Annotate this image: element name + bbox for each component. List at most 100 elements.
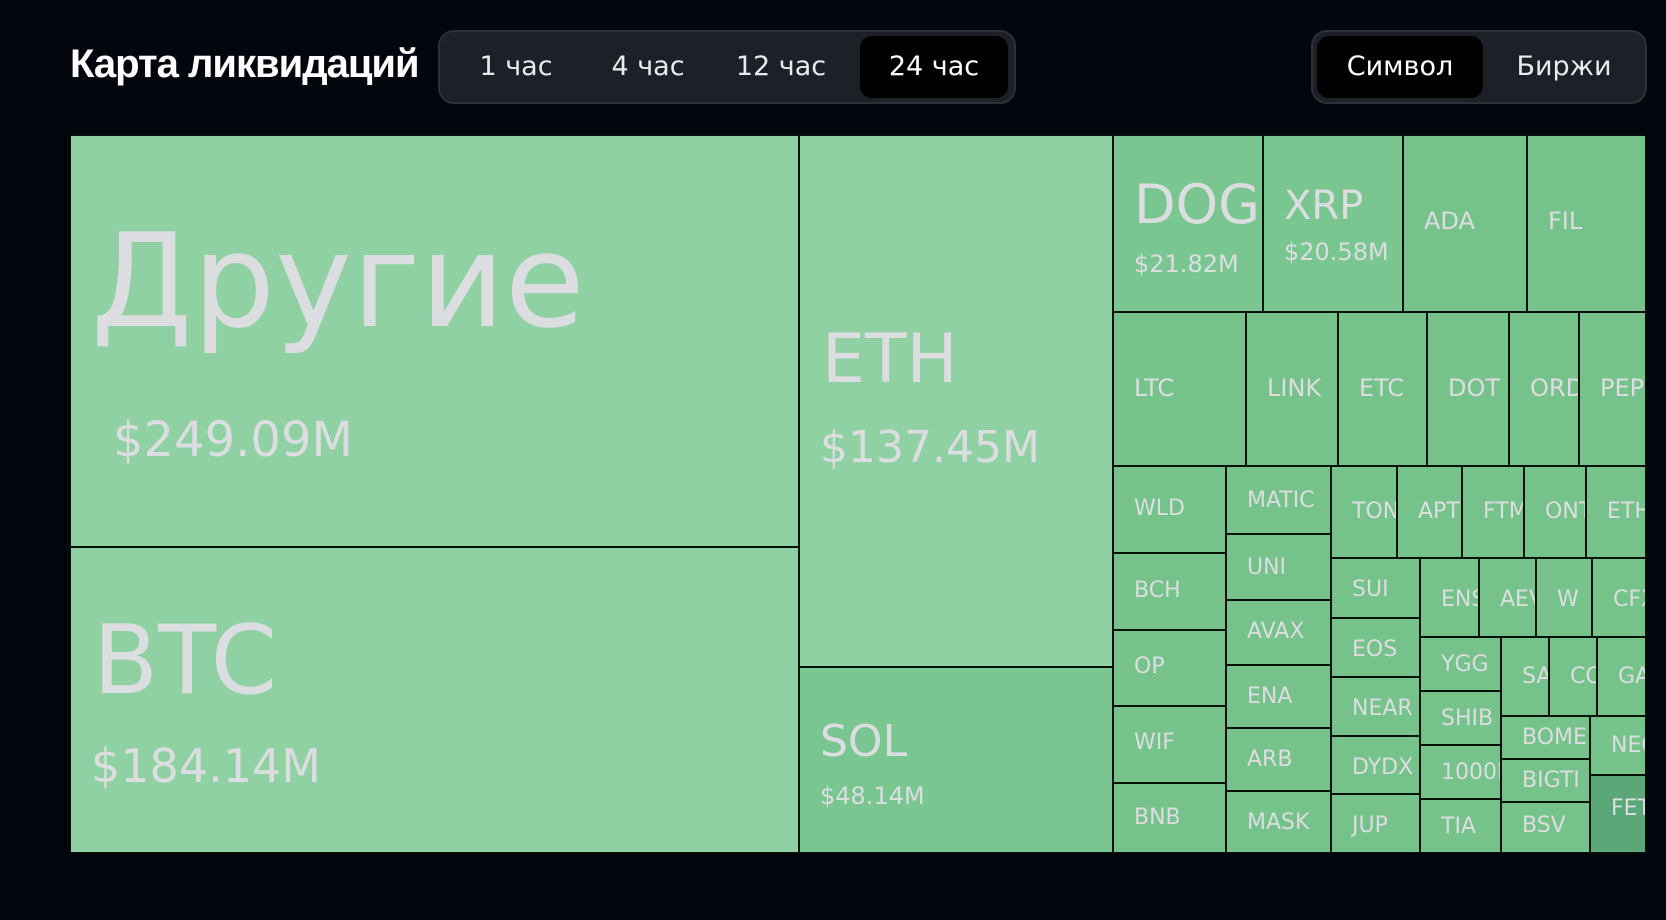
treemap-tile-cc-44[interactable]: CC [1549,637,1597,716]
treemap-tile-eos-31[interactable]: EOS [1331,618,1420,677]
treemap-tile-ftm-27[interactable]: FTM [1462,466,1524,558]
tile-symbol: DYDX [1352,755,1414,780]
tile-symbol: LTC [1134,374,1175,402]
treemap-tile-uni-20[interactable]: UNI [1226,534,1331,600]
tile-symbol: W [1557,587,1579,612]
tile-value: $184.14M [91,739,321,793]
page-title: Карта ликвидаций [70,42,420,86]
treemap-tile-ena-22[interactable]: ENA [1226,665,1331,728]
mode-selector: Символ Биржи [1311,30,1647,104]
treemap-tile-apt-26[interactable]: APT [1397,466,1462,558]
treemap-tile-shib-40[interactable]: SHIB [1420,691,1501,745]
treemap-tile-bigti-48[interactable]: BIGTI [1501,759,1590,802]
treemap-tile-jup-34[interactable]: JUP [1331,794,1420,853]
treemap-tile-fet-50[interactable]: FET [1590,775,1646,853]
treemap-tile-wif-17[interactable]: WIF [1113,706,1226,783]
treemap-tile-ont-28[interactable]: ONT [1524,466,1586,558]
tab-24h[interactable]: 24 час [860,36,1008,98]
tile-symbol: LINK [1267,374,1322,402]
treemap-tile-near-32[interactable]: NEAR [1331,677,1420,736]
tile-symbol: EOS [1352,637,1398,662]
treemap-tile-sol-3[interactable]: SOL $48.14M [799,667,1113,853]
treemap-tile-bch-15[interactable]: BCH [1113,553,1226,630]
treemap-tile-w-37[interactable]: W [1536,558,1592,637]
tile-symbol: ONT [1545,499,1585,524]
tile-symbol: ADA [1424,207,1475,235]
tile-value: $20.58M [1284,238,1389,266]
treemap-tile-matic-19[interactable]: MATIC [1226,466,1331,534]
tab-12h[interactable]: 12 час [712,36,850,98]
treemap-tile-eth-2[interactable]: ETH $137.45M [799,135,1113,667]
tile-symbol: FET [1611,796,1645,821]
treemap-tile-etc-10[interactable]: ETC [1338,312,1427,466]
treemap-tile-mask-24[interactable]: MASK [1226,791,1331,853]
treemap-tile-bnb-18[interactable]: BNB [1113,783,1226,853]
treemap-tile-arb-23[interactable]: ARB [1226,728,1331,791]
tile-symbol: PEP [1600,374,1645,402]
treemap-tile-tia-42[interactable]: TIA [1420,799,1501,853]
treemap-tile-pep-13[interactable]: PEP [1579,312,1646,466]
treemap-tile-другие-0[interactable]: Другие $249.09M [70,135,799,547]
treemap-tile-sui-30[interactable]: SUI [1331,558,1420,618]
treemap-tile-avax-21[interactable]: AVAX [1226,600,1331,665]
tab-exchanges[interactable]: Биржи [1487,36,1641,98]
treemap-tile-doge-4[interactable]: DOGE $21.82M [1113,135,1263,312]
tile-symbol: UNI [1247,555,1287,580]
tile-symbol: CFX [1613,587,1645,612]
tab-4h[interactable]: 4 час [588,36,708,98]
tile-value: $48.14M [820,782,925,810]
treemap-tile-bome-46[interactable]: BOME [1501,716,1590,759]
treemap-tile-ltc-8[interactable]: LTC [1113,312,1246,466]
tile-symbol: DOT [1448,374,1501,402]
treemap-tile-link-9[interactable]: LINK [1246,312,1338,466]
tile-symbol: FIL [1548,207,1583,235]
treemap-tile-btc-1[interactable]: BTC $184.14M [70,547,799,853]
treemap-tile-ord-12[interactable]: ORD [1509,312,1579,466]
tile-value: $21.82M [1134,250,1239,278]
treemap-tile-neo-47[interactable]: NEO [1590,716,1646,775]
treemap-tile-fil-7[interactable]: FIL [1527,135,1646,312]
treemap-tile-wld-14[interactable]: WLD [1113,466,1226,553]
tile-symbol: Другие [91,205,585,357]
treemap-tile-xrp-5[interactable]: XRP $20.58M [1263,135,1403,312]
tile-symbol: ENA [1247,684,1293,709]
treemap-tile-aev-36[interactable]: AEV [1479,558,1536,637]
treemap-tile-eth-29[interactable]: ETH [1586,466,1646,558]
treemap-tile-ygg-39[interactable]: YGG [1420,637,1501,691]
tile-symbol: ETH [822,320,958,399]
liquidation-treemap: Другие $249.09M BTC $184.14M ETH $137.45M SOL $… [70,135,1646,853]
treemap-tile-op-16[interactable]: OP [1113,630,1226,706]
tile-symbol: BIGTI [1522,768,1580,793]
tile-symbol: NEO [1611,733,1645,758]
treemap-tile-sa-43[interactable]: SA [1501,637,1549,716]
tile-symbol: BCH [1134,578,1181,603]
treemap-tile-ens-35[interactable]: ENS [1420,558,1479,637]
tile-symbol: OP [1134,654,1165,679]
treemap-tile-1000f-41[interactable]: 1000F [1420,745,1501,799]
tile-value: $249.09M [113,412,353,468]
tab-1h[interactable]: 1 час [448,36,584,98]
tile-symbol: ENS [1441,587,1478,612]
treemap-tile-ada-6[interactable]: ADA [1403,135,1527,312]
tile-symbol: WIF [1134,730,1175,755]
tile-symbol: GA [1618,664,1645,689]
tile-symbol: SHIB [1441,706,1494,731]
tile-symbol: BTC [93,606,277,716]
tile-symbol: ETC [1359,374,1405,402]
treemap-tile-ga-45[interactable]: GA [1597,637,1646,716]
tile-symbol: ORD [1530,374,1579,402]
treemap-tile-dot-11[interactable]: DOT [1427,312,1509,466]
tile-symbol: WLD [1134,496,1185,521]
treemap-tile-cfx-38[interactable]: CFX [1592,558,1646,637]
treemap-tile-bsv-49[interactable]: BSV [1501,802,1590,853]
tile-symbol: 1000F [1441,760,1500,785]
tile-symbol: MASK [1247,810,1310,835]
tile-value: $137.45M [820,422,1040,473]
tile-symbol: CC [1570,664,1596,689]
treemap-tile-dydx-33[interactable]: DYDX [1331,736,1420,794]
treemap-tile-ton-25[interactable]: TON [1331,466,1397,558]
tile-symbol: FTM [1483,499,1524,524]
tile-symbol: JUP [1352,813,1388,838]
tab-symbol[interactable]: Символ [1317,36,1483,98]
tile-symbol: BNB [1134,805,1181,830]
